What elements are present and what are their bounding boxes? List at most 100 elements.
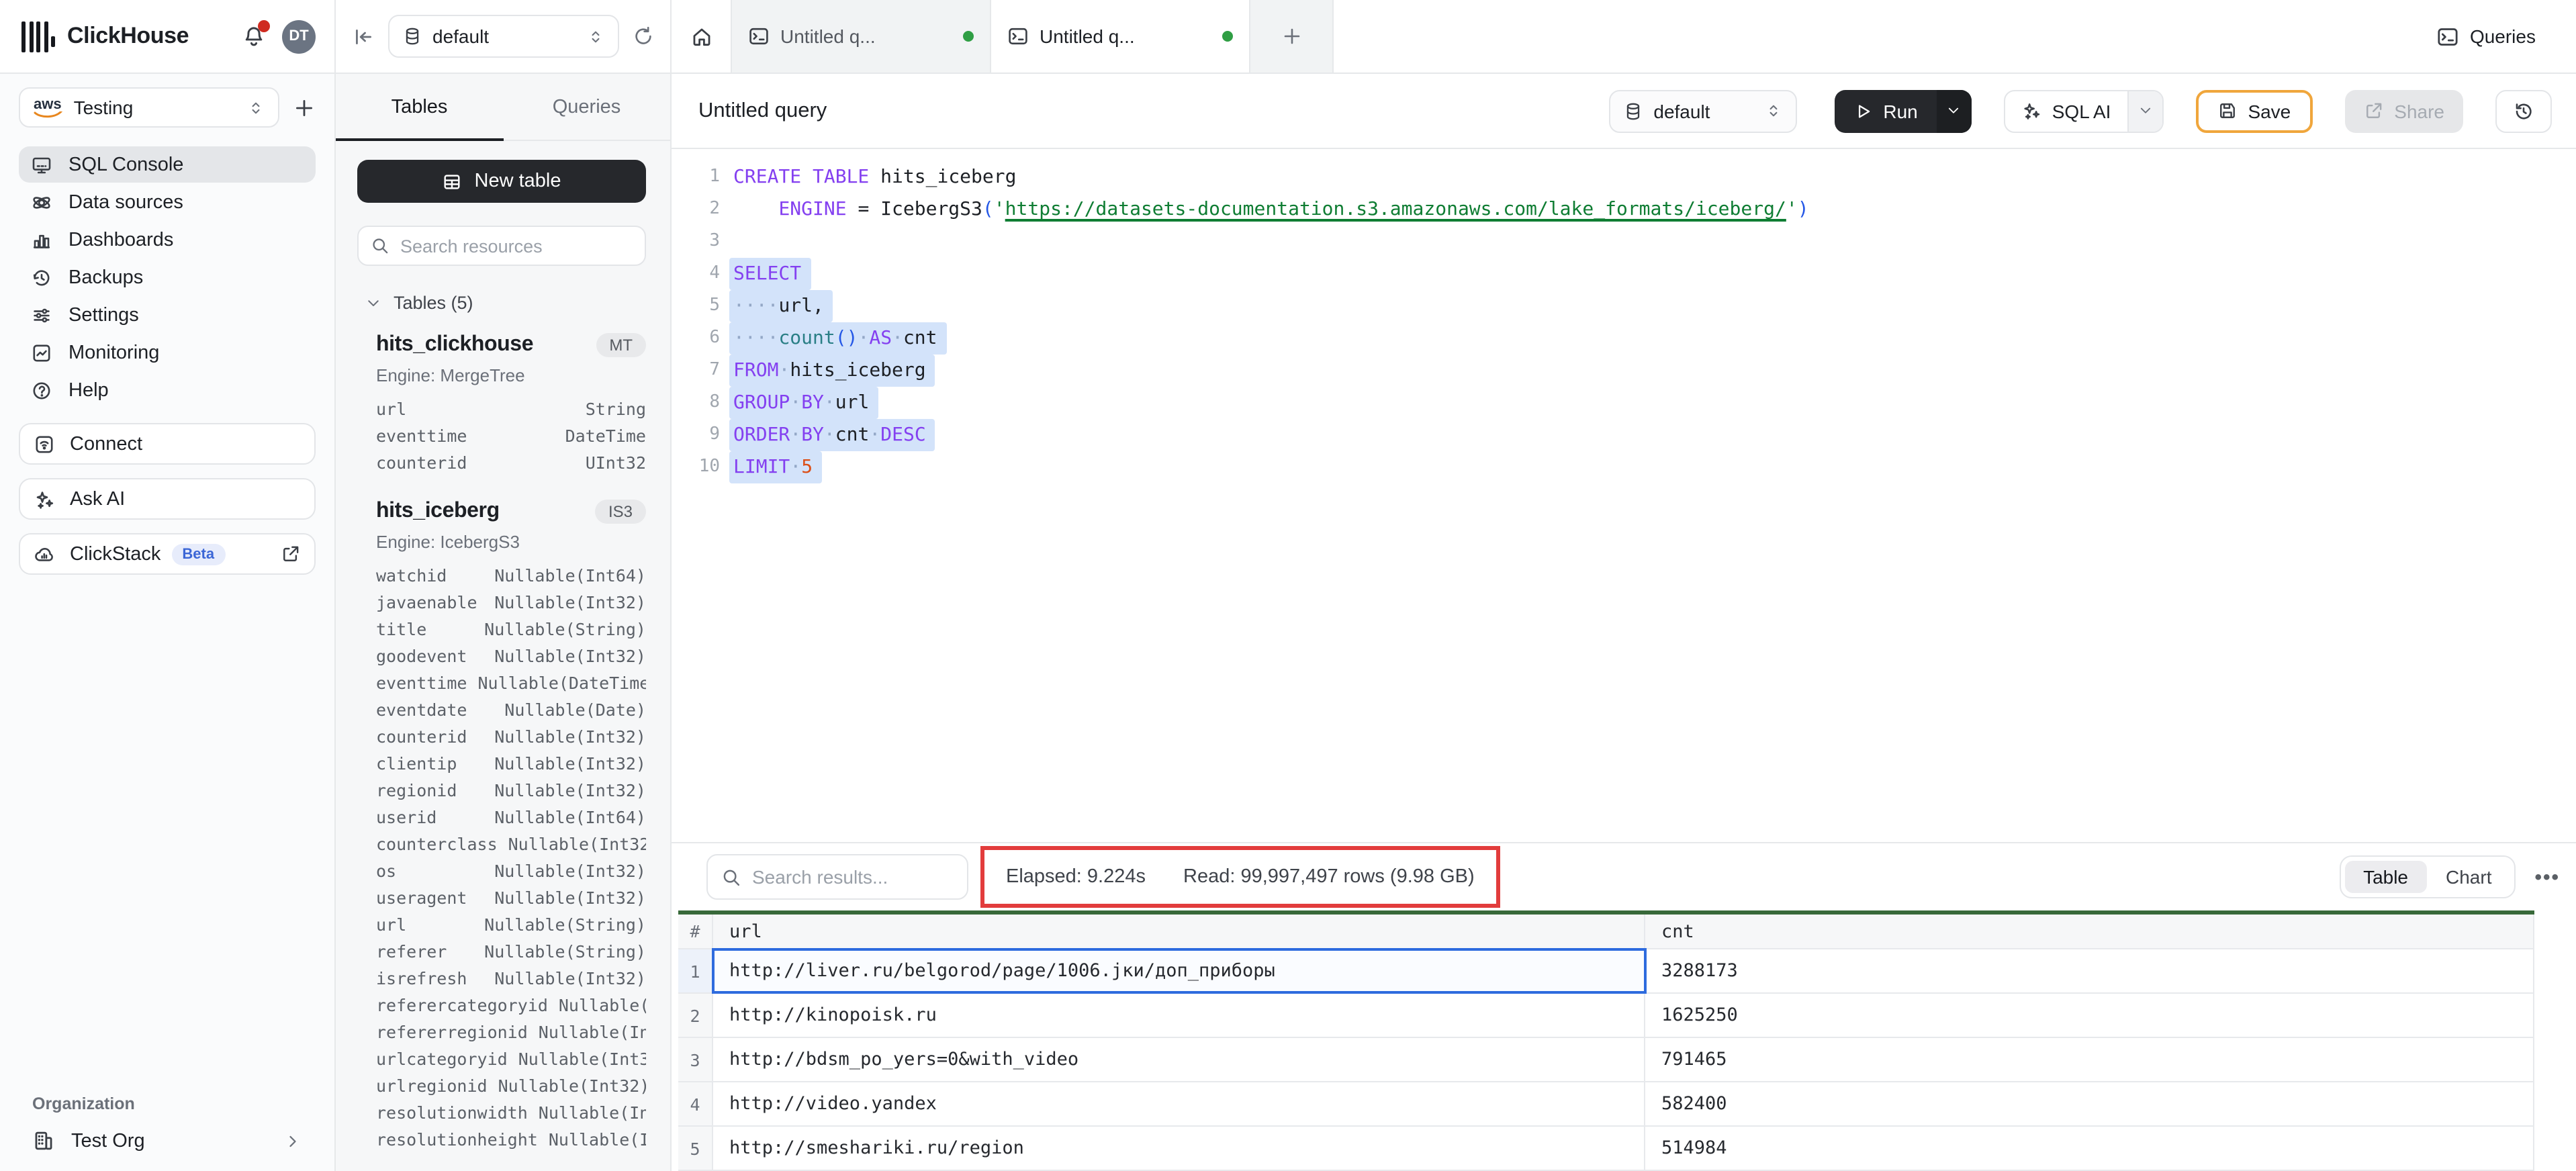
- cell-url[interactable]: http://liver.ru/belgorod/page/1006.jки/д…: [713, 949, 1645, 992]
- sql-editor[interactable]: 1CREATE TABLE hits_iceberg2 ENGINE = Ice…: [672, 149, 2576, 842]
- table-engine-badge: IS3: [595, 500, 646, 524]
- clickstack-button[interactable]: ClickStack Beta: [19, 533, 316, 575]
- panel-tab-tables[interactable]: Tables: [336, 74, 503, 140]
- column-type: Nullable(In: [549, 1129, 646, 1156]
- brand-section: ClickHouse DT: [0, 0, 336, 73]
- cell-url[interactable]: http://smeshariki.ru/region: [713, 1127, 1645, 1170]
- table-entry[interactable]: hits_clickhouseMTEngine: MergeTreeurlStr…: [357, 333, 646, 479]
- table-row[interactable]: 3http://bdsm_po_yers=0&with_video791465: [678, 1038, 2534, 1082]
- run-button[interactable]: Run: [1835, 89, 1971, 132]
- sidebar-item-help[interactable]: Help: [19, 372, 316, 408]
- table-row[interactable]: 2http://kinopoisk.ru1625250: [678, 994, 2534, 1038]
- column-name: javaenable: [376, 592, 477, 619]
- code-line[interactable]: 4SELECT: [672, 258, 2576, 290]
- view-toggle: Table Chart: [2339, 855, 2516, 898]
- query-tab-2[interactable]: Untitled q...: [991, 0, 1250, 73]
- sidebar-item-settings[interactable]: Settings: [19, 297, 316, 333]
- play-icon: [1853, 101, 1872, 120]
- table-row[interactable]: 4http://video.yandex582400: [678, 1082, 2534, 1127]
- sidebar-item-sql-console[interactable]: SQL Console: [19, 146, 316, 183]
- query-title[interactable]: Untitled query: [698, 99, 1596, 123]
- sql-ai-button[interactable]: SQL AI: [2004, 89, 2164, 132]
- notifications-bell-icon[interactable]: [239, 21, 269, 51]
- line-number: 4: [672, 258, 720, 290]
- collapse-sidebar-icon[interactable]: [352, 25, 375, 48]
- cell-cnt[interactable]: 3288173: [1645, 949, 2534, 992]
- save-icon: [2217, 101, 2237, 121]
- add-service-icon[interactable]: [293, 96, 316, 119]
- save-button[interactable]: Save: [2195, 89, 2312, 132]
- query-history-button[interactable]: [2495, 89, 2552, 132]
- home-tab[interactable]: [672, 0, 732, 73]
- run-options-dropdown[interactable]: [1937, 89, 1972, 132]
- cell-cnt[interactable]: 514984: [1645, 1127, 2534, 1170]
- cell-cnt[interactable]: 582400: [1645, 1082, 2534, 1125]
- column-row: isrefreshNullable(Int32): [376, 968, 646, 995]
- table-entry[interactable]: hits_icebergIS3Engine: IcebergS3watchidN…: [357, 500, 646, 1156]
- external-link-icon: [281, 544, 301, 564]
- column-row: titleNullable(String): [376, 619, 646, 646]
- sidebar-item-monitoring[interactable]: Monitoring: [19, 334, 316, 371]
- sidebar-item-backups[interactable]: Backups: [19, 259, 316, 295]
- results-search-input[interactable]: [752, 866, 954, 888]
- avatar[interactable]: DT: [282, 19, 316, 53]
- column-header-url[interactable]: url: [713, 915, 1645, 948]
- code-line[interactable]: 2 ENGINE = IcebergS3('https://datasets-d…: [672, 193, 2576, 226]
- new-table-button[interactable]: New table: [357, 160, 646, 203]
- sidebar-item-data-sources[interactable]: Data sources: [19, 184, 316, 220]
- share-button[interactable]: Share: [2344, 89, 2463, 132]
- selection-highlight: LIMIT·5: [729, 451, 822, 483]
- database-selector[interactable]: default: [388, 15, 619, 58]
- chevron-updown-icon: [247, 99, 265, 116]
- cell-url[interactable]: http://bdsm_po_yers=0&with_video: [713, 1038, 1645, 1081]
- line-number: 2: [672, 193, 720, 226]
- code-line[interactable]: 8GROUP·BY·url: [672, 387, 2576, 419]
- column-header-index[interactable]: #: [678, 915, 713, 948]
- cell-cnt[interactable]: 791465: [1645, 1038, 2534, 1081]
- resources-search[interactable]: [357, 226, 646, 266]
- code-line[interactable]: 3: [672, 226, 2576, 258]
- queries-button[interactable]: Queries: [2423, 17, 2549, 56]
- view-toggle-table[interactable]: Table: [2344, 861, 2427, 893]
- refresh-icon[interactable]: [633, 26, 654, 47]
- query-tab-1[interactable]: Untitled q...: [732, 0, 991, 73]
- column-type: Nullable(Int32: [518, 1049, 646, 1076]
- resources-search-input[interactable]: [400, 236, 633, 256]
- column-header-cnt[interactable]: cnt: [1645, 915, 2534, 948]
- table-icon: [443, 171, 463, 191]
- new-table-label: New table: [475, 171, 561, 192]
- line-number: 8: [672, 387, 720, 419]
- new-tab-button[interactable]: [1250, 0, 1334, 73]
- code-line[interactable]: 5····url,: [672, 290, 2576, 322]
- connect-button[interactable]: Connect: [19, 423, 316, 465]
- editor-database-selector[interactable]: default: [1609, 89, 1797, 132]
- column-row: refererNullable(String): [376, 941, 646, 968]
- help-icon: [31, 379, 52, 401]
- table-row[interactable]: 1http://liver.ru/belgorod/page/1006.jки/…: [678, 949, 2534, 994]
- code-line[interactable]: 1CREATE TABLE hits_iceberg: [672, 161, 2576, 193]
- column-type: Nullable(Int32): [494, 727, 646, 753]
- results-more-menu[interactable]: •••: [2534, 865, 2560, 888]
- ask-ai-button[interactable]: Ask AI: [19, 478, 316, 520]
- view-toggle-chart[interactable]: Chart: [2427, 861, 2510, 893]
- results-search[interactable]: [706, 854, 968, 900]
- panel-tab-queries[interactable]: Queries: [503, 74, 670, 140]
- code-line[interactable]: 9ORDER·BY·cnt·DESC: [672, 419, 2576, 451]
- service-selector[interactable]: aws Testing: [19, 87, 279, 128]
- tables-section-header[interactable]: Tables (5): [365, 293, 646, 313]
- table-row[interactable]: 5http://smeshariki.ru/region514984: [678, 1127, 2534, 1171]
- cell-cnt[interactable]: 1625250: [1645, 994, 2534, 1037]
- left-sidebar: aws Testing SQL Console Data sources Das…: [0, 74, 336, 1171]
- sidebar-item-dashboards[interactable]: Dashboards: [19, 222, 316, 258]
- cell-url[interactable]: http://video.yandex: [713, 1082, 1645, 1125]
- organization-item[interactable]: Test Org: [19, 1129, 316, 1152]
- column-type: Nullable(String): [484, 619, 646, 646]
- plus-icon: [1281, 26, 1302, 47]
- code-line[interactable]: 7FROM·hits_iceberg: [672, 355, 2576, 387]
- code-line[interactable]: 6····count()·AS·cnt: [672, 322, 2576, 355]
- column-row: useragentNullable(Int32): [376, 888, 646, 915]
- code-line[interactable]: 10LIMIT·5: [672, 451, 2576, 483]
- organization-name: Test Org: [71, 1130, 267, 1152]
- cell-url[interactable]: http://kinopoisk.ru: [713, 994, 1645, 1037]
- sql-ai-dropdown[interactable]: [2127, 91, 2162, 131]
